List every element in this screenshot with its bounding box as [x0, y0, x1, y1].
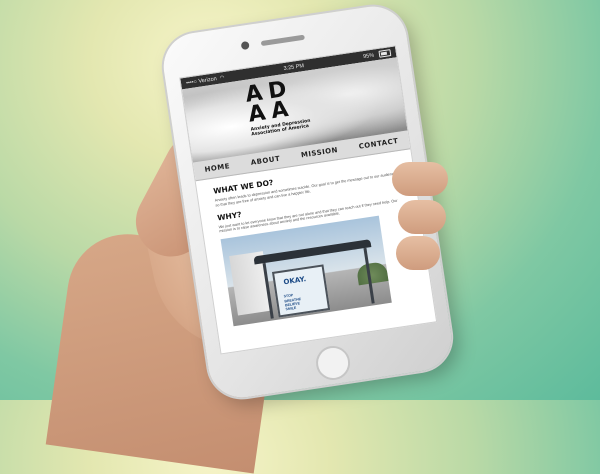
billboard-lines: STOP BREATHE BELIEVE SMILE — [283, 292, 302, 312]
finger — [392, 162, 448, 196]
phone-screen: ••••○ Verizon ◠ 3:25 PM 95% AD AA Anxiet… — [179, 45, 438, 355]
battery-icon — [378, 49, 392, 58]
billboard-line: SMILE — [285, 306, 297, 312]
nav-contact[interactable]: CONTACT — [358, 137, 399, 151]
scene: ••••○ Verizon ◠ 3:25 PM 95% AD AA Anxiet… — [0, 0, 600, 474]
finger — [398, 200, 446, 234]
status-time: 3:25 PM — [283, 62, 305, 72]
battery-percent: 95% — [362, 52, 375, 60]
bus-shelter-photo: OKAY. STOP BREATHE BELIEVE SMILE — [220, 215, 392, 327]
nav-about[interactable]: ABOUT — [250, 155, 281, 167]
wifi-icon: ◠ — [219, 74, 225, 82]
photo-hedge — [355, 261, 389, 286]
site-logo[interactable]: AD AA Anxiety and Depression Association… — [244, 74, 331, 137]
shelter-roof — [253, 239, 372, 265]
nav-mission[interactable]: MISSION — [300, 146, 338, 159]
billboard-ad: OKAY. STOP BREATHE BELIEVE SMILE — [271, 264, 331, 318]
nav-home[interactable]: HOME — [204, 162, 230, 174]
billboard-title: OKAY. — [283, 275, 307, 287]
finger — [396, 236, 440, 270]
